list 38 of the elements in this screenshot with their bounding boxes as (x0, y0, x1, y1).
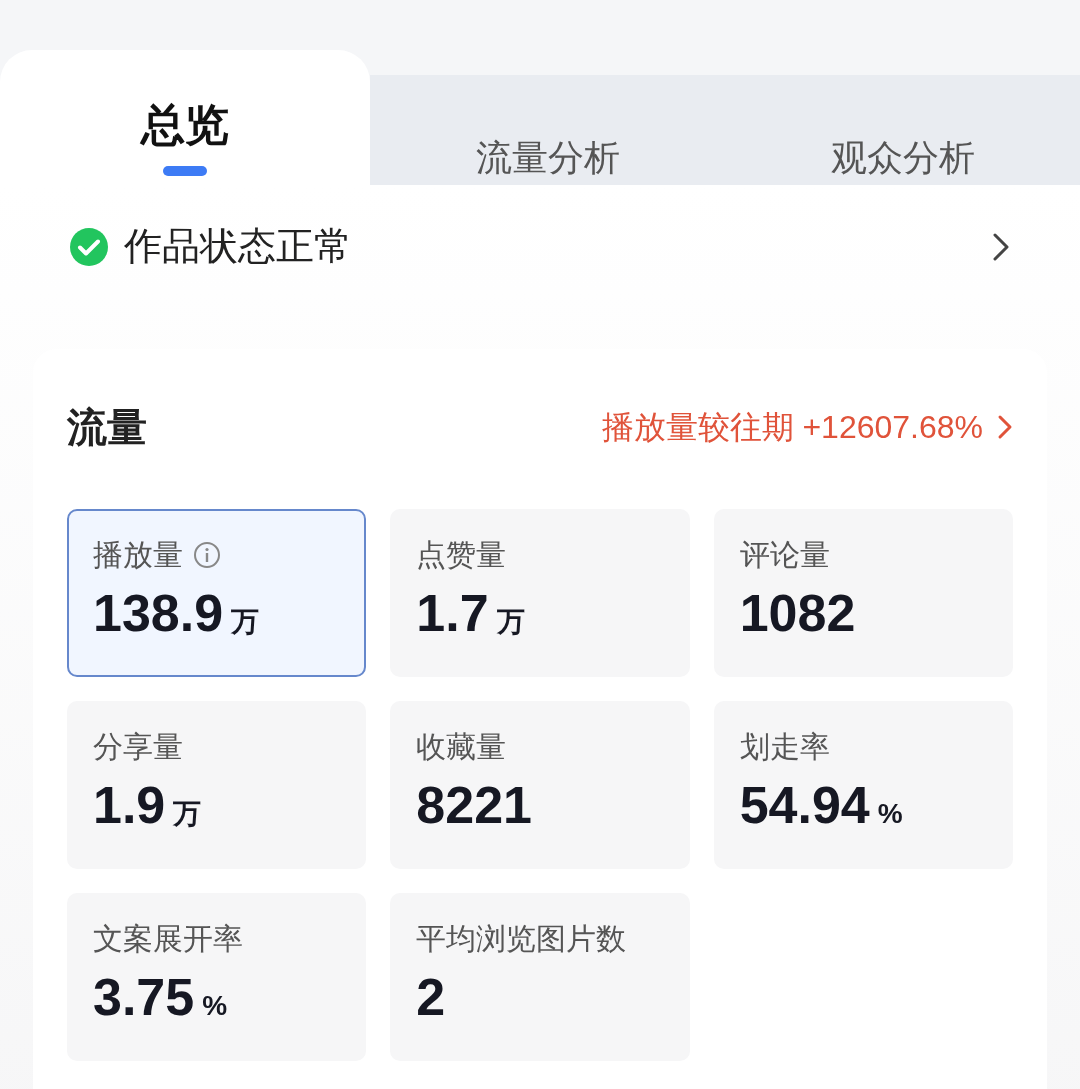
metric-tile[interactable]: 点赞量 1.7 万 (390, 509, 690, 677)
metric-value: 3.75 (93, 967, 195, 1027)
metric-unit: 万 (496, 605, 525, 639)
chevron-right-icon[interactable] (992, 231, 1010, 262)
status-text: 作品状态正常 (124, 224, 352, 269)
metric-label: 播放量 (93, 537, 183, 573)
metric-value: 1.7 (416, 583, 489, 643)
metric-value: 2 (416, 967, 446, 1027)
metric-value: 1.9 (93, 775, 166, 835)
metric-tile[interactable]: 分享量 1.9 万 (67, 701, 367, 869)
metric-unit: 万 (173, 797, 202, 831)
metric-value: 138.9 (93, 583, 224, 643)
chevron-right-icon (997, 414, 1013, 440)
tab[interactable]: 流量分析 (370, 75, 725, 185)
tab[interactable]: 总览 (0, 50, 370, 185)
card-title: 流量 (67, 404, 147, 451)
metric-tile[interactable]: 划走率 54.94% (713, 701, 1013, 869)
metric-label: 平均浏览图片数 (416, 921, 627, 957)
metric-label: 收藏量 (416, 729, 507, 765)
metric-unit: % (877, 797, 903, 831)
info-icon[interactable] (193, 541, 221, 569)
metric-tile[interactable]: 文案展开率 3.75% (67, 893, 367, 1061)
metric-tile[interactable]: 平均浏览图片数 2 (390, 893, 690, 1061)
metric-unit: 万 (231, 605, 260, 639)
metric-unit: % (202, 989, 228, 1023)
metric-tile[interactable]: 评论量 1082 (713, 509, 1013, 677)
metric-tile[interactable]: 播放量 138.9 万 (67, 509, 367, 677)
metric-tile[interactable]: 收藏量 8221 (390, 701, 690, 869)
metric-value: 1082 (739, 583, 856, 643)
tab[interactable]: 观众分析 (725, 75, 1080, 185)
metric-label: 划走率 (739, 729, 830, 765)
metric-label: 文案展开率 (93, 921, 243, 957)
compare-link[interactable]: 播放量较往期 +12607.68% (601, 403, 1013, 451)
metric-label: 评论量 (739, 537, 830, 573)
metric-label: 点赞量 (416, 537, 507, 573)
metric-value: 8221 (416, 775, 532, 835)
metric-value: 54.94 (739, 775, 870, 835)
metric-label: 分享量 (93, 729, 183, 765)
